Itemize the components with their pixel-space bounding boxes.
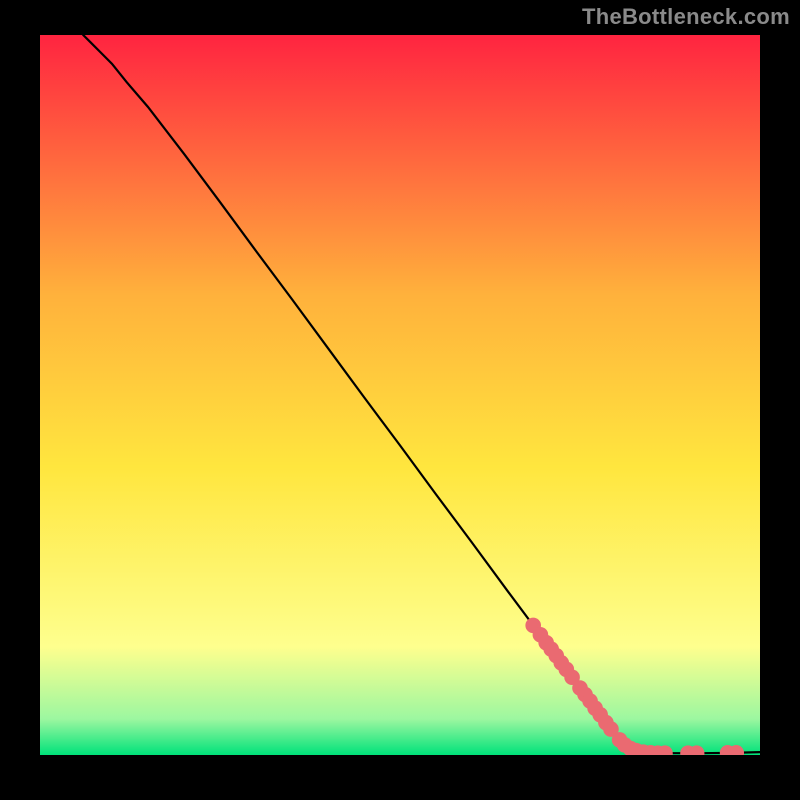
chart-canvas bbox=[40, 35, 760, 755]
attribution-label: TheBottleneck.com bbox=[582, 4, 790, 30]
gradient-panel bbox=[40, 35, 760, 755]
chart-frame: TheBottleneck.com bbox=[0, 0, 800, 800]
chart-svg bbox=[40, 35, 760, 755]
